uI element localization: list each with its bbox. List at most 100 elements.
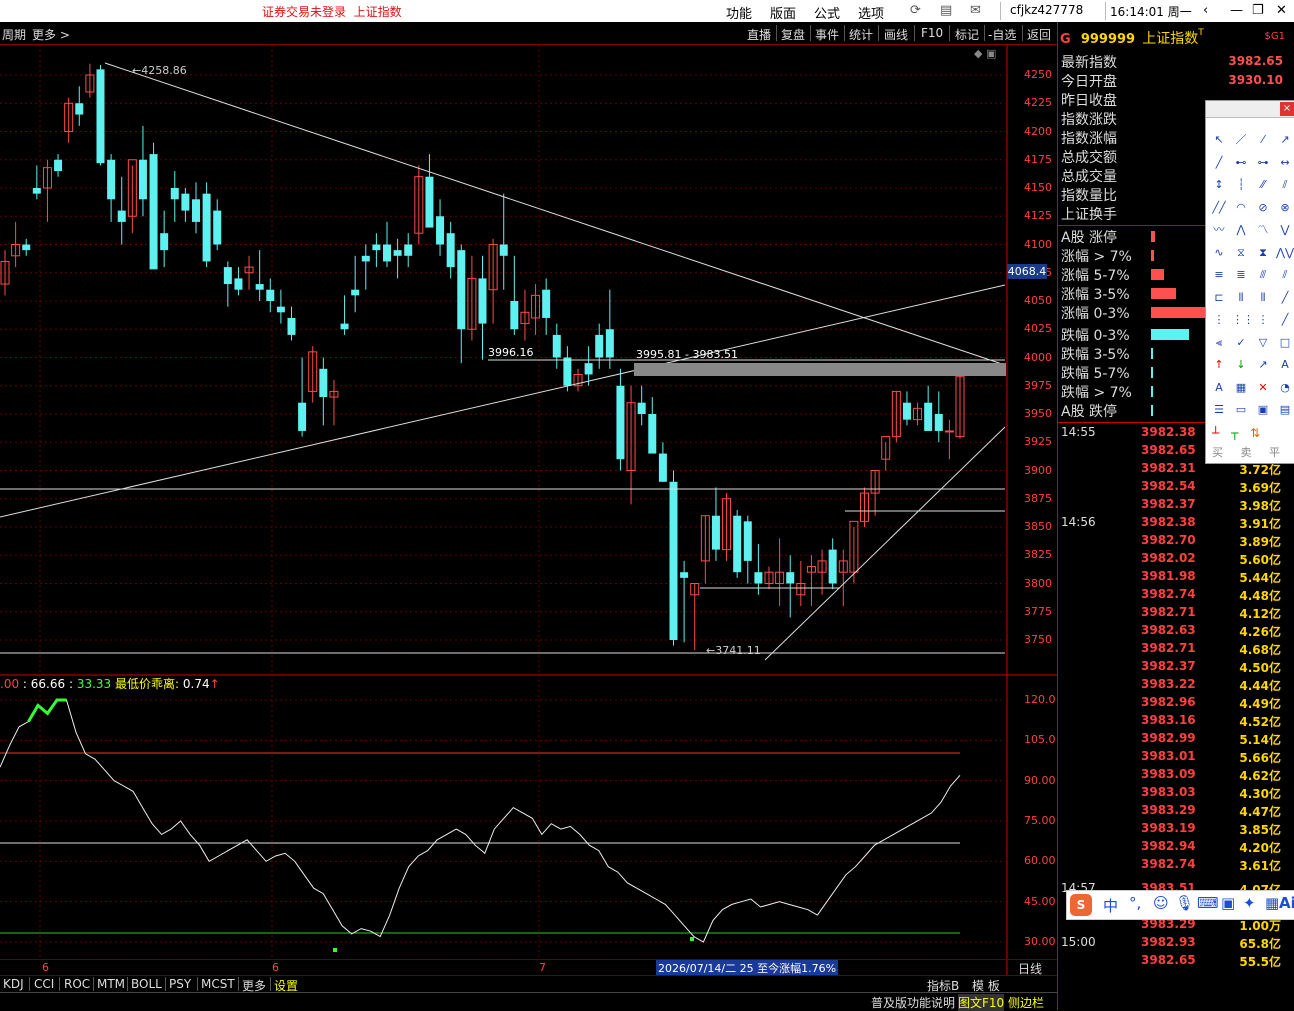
gann-box-icon[interactable]: ≣ [1232,267,1250,283]
voice-icon[interactable]: 🎙 [1175,894,1194,912]
drawing-tools-palette[interactable]: × ↖ ／ ⁄ ↗ ╱ ⊷ ⊶ ↔ ↕ ┆ ⁄⁄ ⫽ ╱╱ ◠ ⊘ ⊗ 〰 ⋀ 〽 ⋁ ∿ ⧖ ⧗ ⋀⋁ ≡ ≣ ⫻ ⫽ ⊏ ⦀ ⦀ ╱ ⋮ ⋮⋮… [1205,100,1294,464]
minimize-icon[interactable]: — [1230,3,1243,18]
menu-icon[interactable]: ▦ [1265,894,1279,912]
up-arrow-icon[interactable]: ↑ [1210,357,1228,373]
tab-mcst[interactable]: MCST [201,977,235,991]
cycle-icon[interactable]: ⦀ [1254,290,1272,306]
fan-icon[interactable]: ╱╱ [1210,200,1228,216]
pointer-icon[interactable]: ↖ [1210,132,1228,148]
palette-icon[interactable]: ◔ [1276,380,1294,396]
up-right-arrow-icon[interactable]: ↗ [1254,357,1272,373]
menu-options[interactable]: 选项 [858,3,884,22]
zigzag-icon[interactable]: 〽 [1254,222,1272,238]
fib-arc-icon[interactable]: ⫷ [1210,335,1228,351]
buy-label[interactable]: 买 [1212,446,1223,459]
f10-button[interactable]: F10 [921,26,943,40]
stats-button[interactable]: 统计 [849,26,873,43]
dots-icon[interactable]: ┆ [1232,177,1250,193]
calculator-icon[interactable]: ▤ [940,3,952,18]
text-icon[interactable]: A [1276,357,1294,373]
box-icon[interactable]: ▭ [1232,402,1250,418]
chart-settings-icon[interactable]: ◆ ▣ [974,47,996,60]
tab-roc[interactable]: ROC [64,977,90,991]
sidebar-link[interactable]: 侧边栏 [1008,994,1044,1011]
toolbox-icon[interactable]: ✦ [1243,894,1256,912]
menu-formula[interactable]: 公式 [814,3,840,22]
image-icon[interactable]: ▦ [1232,380,1250,396]
flat-label[interactable]: 平 [1269,446,1280,459]
ai-icon[interactable]: Ai [1279,894,1294,912]
login-status[interactable]: 证券交易未登录 上证指数 [262,3,402,20]
events-button[interactable]: 事件 [815,26,839,43]
sogou-logo-icon[interactable]: S [1070,894,1092,916]
line-icon[interactable]: ／ [1232,132,1250,148]
user-account[interactable]: cfjkz427778 [1010,3,1083,17]
dots-line-icon[interactable]: ⋮ [1254,312,1272,328]
arrow-line-icon[interactable]: ↗ [1276,132,1294,148]
peak-icon[interactable]: ⋀ [1232,222,1250,238]
vline-icon[interactable]: ↕ [1210,177,1228,193]
slant-icon[interactable]: ╱ [1276,312,1294,328]
sell-label[interactable]: 卖 [1241,446,1252,459]
frame-icon[interactable]: ▣ [1254,402,1272,418]
rhombus-icon[interactable]: ⧗ [1254,245,1272,261]
channel-icon[interactable]: ⊶ [1254,155,1272,171]
fib-time-icon[interactable]: ⊏ [1210,290,1228,306]
refresh-icon[interactable]: ⟳ [910,3,921,18]
rectangle-icon[interactable]: □ [1276,335,1294,351]
grid-icon[interactable]: ▤ [1276,402,1294,418]
menu-function[interactable]: 功能 [726,3,752,22]
check-icon[interactable]: ✓ [1232,335,1250,351]
back-icon[interactable]: ‹ [1203,3,1208,18]
parallel-lines-icon[interactable]: ⫽ [1276,177,1294,193]
tab-psy[interactable]: PSY [169,977,191,991]
parallel-icon[interactable]: ⊷ [1232,155,1250,171]
message-icon[interactable]: ✉ [970,3,981,18]
skin-icon[interactable]: ▣ [1221,894,1235,912]
hline-icon[interactable]: ↔ [1276,155,1294,171]
mw-icon[interactable]: ⋀⋁ [1276,245,1294,261]
tab-kdj[interactable]: KDJ [3,977,24,991]
restore-icon[interactable]: ❐ [1252,3,1264,18]
replay-button[interactable]: 复盘 [781,26,805,43]
tab-cci[interactable]: CCI [34,977,54,991]
ime-mode[interactable]: 中 [1103,895,1118,916]
ime-toolbar[interactable]: S 中 °, ☺ 🎙 ⌨ ▣ ✦ ▦ Ai [1066,890,1294,920]
sine-icon[interactable]: ∿ [1210,245,1228,261]
note-icon[interactable]: ☰ [1210,402,1228,418]
down-triangle-icon[interactable]: ▽ [1254,335,1272,351]
segment-icon[interactable]: ╱ [1210,155,1228,171]
period-button[interactable]: 周期 [2,26,26,43]
circle-icon[interactable]: ⊘ [1254,200,1272,216]
fall-mark-icon[interactable]: ┬ [1231,426,1238,440]
help-link[interactable]: 普及版功能说明 [871,994,955,1011]
text-box-icon[interactable]: A [1210,380,1228,396]
close-icon[interactable]: × [1280,102,1294,116]
ray-icon[interactable]: ⁄ [1254,132,1272,148]
triangle-icon[interactable]: ⧖ [1232,245,1250,261]
valley-icon[interactable]: ⋁ [1276,222,1294,238]
close-icon[interactable]: ✕ [1276,3,1287,18]
gann-fan-icon[interactable]: ≡ [1210,267,1228,283]
tab-boll[interactable]: BOLL [131,977,162,991]
tab-mtm[interactable]: MTM [97,977,125,991]
period-lines-icon[interactable]: ⦀ [1232,290,1250,306]
dots-col-icon[interactable]: ⋮ [1210,312,1228,328]
keyboard-icon[interactable]: ⌨ [1197,894,1219,912]
live-button[interactable]: 直播 [747,26,771,43]
fib-fan-icon[interactable]: ⫽ [1276,267,1294,283]
gann-grid-icon[interactable]: ⫻ [1254,267,1272,283]
f10-link[interactable]: 图文F10 [958,994,1005,1011]
rise-mark-icon[interactable]: ┴ [1212,426,1219,440]
flat-mark-icon[interactable]: ⇅ [1250,426,1260,440]
remove-watchlist-button[interactable]: -自选 [988,26,1016,43]
pitchfork-icon[interactable]: ╱ [1276,290,1294,306]
emoji-icon[interactable]: ☺ [1153,894,1169,912]
mark-button[interactable]: 标记 [955,26,979,43]
wave-icon[interactable]: 〰 [1210,222,1228,238]
punctuation-icon[interactable]: °, [1129,894,1141,912]
kline-chart[interactable] [0,45,1057,975]
back-button[interactable]: 返回 [1027,26,1051,43]
dots-grid-icon[interactable]: ⋮⋮ [1232,312,1254,328]
draw-line-button[interactable]: 画线 [884,26,908,43]
